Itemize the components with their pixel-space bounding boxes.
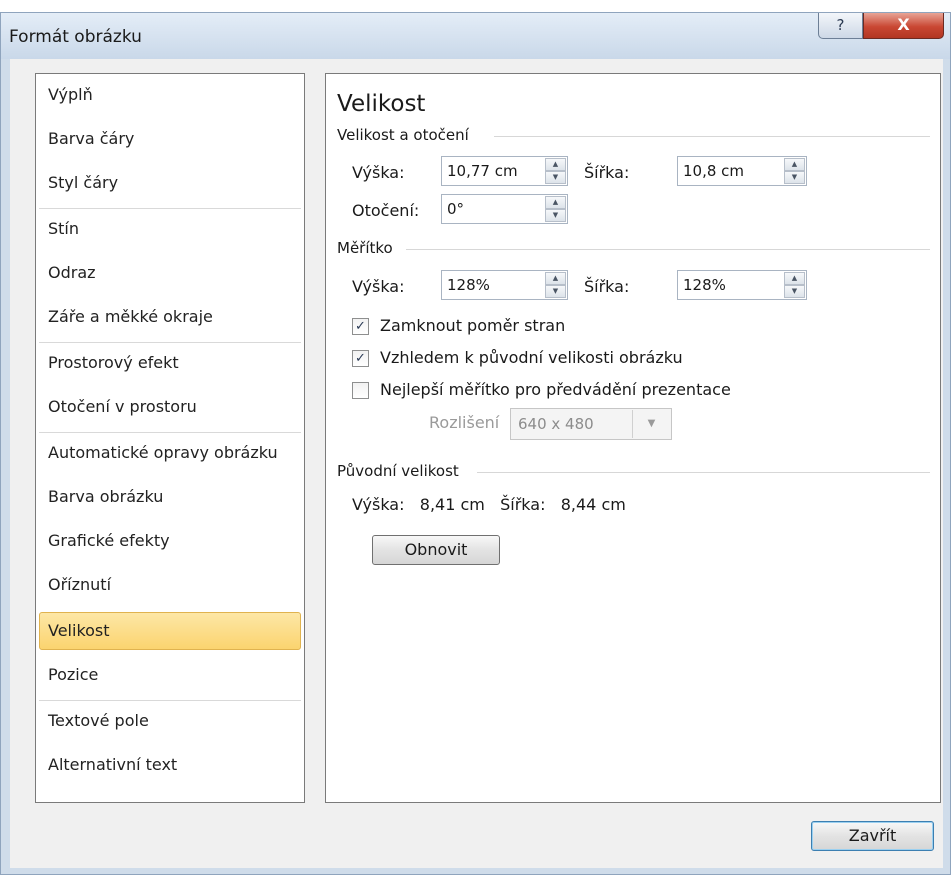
size-panel: Velikost Velikost a otočení Výška: 10,77… [325, 73, 941, 803]
lock-aspect-label: Zamknout poměr stran [380, 316, 566, 335]
sidebar-divider [39, 342, 301, 343]
section-original-heading: Původní velikost [337, 462, 459, 480]
dialog-body: Výplň Barva čáry Styl čáry Stín Odraz Zá… [10, 59, 943, 868]
sidebar-item-reflection[interactable]: Odraz [39, 254, 301, 292]
spin-down-icon[interactable]: ▼ [784, 171, 805, 184]
sidebar-item-shadow[interactable]: Stín [39, 210, 301, 248]
checkmark-icon: ✓ [355, 319, 366, 334]
sidebar-divider [39, 208, 301, 209]
lock-aspect-checkbox[interactable]: ✓ [352, 318, 369, 335]
sidebar-item-line-style[interactable]: Styl čáry [39, 164, 301, 202]
width-value: 10,8 cm [683, 162, 745, 180]
checkmark-icon: ✓ [355, 351, 366, 366]
help-icon: ? [836, 16, 845, 34]
resolution-dropdown[interactable]: 640 x 480 ▼ [510, 408, 672, 440]
spin-up-icon[interactable]: ▲ [784, 272, 805, 285]
scale-width-value: 128% [683, 276, 726, 294]
sidebar-item-text-box[interactable]: Textové pole [39, 702, 301, 740]
height-value: 10,77 cm [447, 162, 518, 180]
category-list: Výplň Barva čáry Styl čáry Stín Odraz Zá… [35, 73, 305, 803]
sidebar-item-size[interactable]: Velikost [39, 612, 301, 650]
sidebar-item-line-color[interactable]: Barva čáry [39, 120, 301, 158]
sidebar-item-artistic-effects[interactable]: Grafické efekty [39, 522, 301, 560]
spin-down-icon[interactable]: ▼ [784, 285, 805, 298]
title-bar: Formát obrázku ? X [1, 13, 950, 59]
width-label: Šířka: [584, 163, 630, 182]
rotation-label: Otočení: [352, 201, 420, 220]
sidebar-item-picture-corrections[interactable]: Automatické opravy obrázku [39, 434, 301, 472]
height-spinbox[interactable]: 10,77 cm ▲ ▼ [441, 156, 568, 186]
spin-down-icon[interactable]: ▼ [545, 285, 566, 298]
spin-down-icon[interactable]: ▼ [545, 171, 566, 184]
scale-height-value: 128% [447, 276, 490, 294]
section-divider [494, 136, 930, 137]
relative-original-label: Vzhledem k původní velikosti obrázku [380, 348, 683, 367]
best-scale-label: Nejlepší měřítko pro předvádění prezenta… [380, 380, 731, 399]
sidebar-item-glow[interactable]: Záře a měkké okraje [39, 298, 301, 336]
sidebar-item-picture-color[interactable]: Barva obrázku [39, 478, 301, 516]
section-scale-heading: Měřítko [337, 239, 393, 257]
resolution-value: 640 x 480 [518, 415, 594, 433]
help-button[interactable]: ? [818, 13, 863, 39]
spin-down-icon[interactable]: ▼ [545, 209, 566, 222]
chevron-down-icon[interactable]: ▼ [632, 410, 670, 438]
scale-width-label: Šířka: [584, 277, 630, 296]
reset-button[interactable]: Obnovit [372, 535, 500, 565]
sidebar-item-fill[interactable]: Výplň [39, 76, 301, 114]
spin-up-icon[interactable]: ▲ [545, 158, 566, 171]
close-icon: X [897, 15, 910, 34]
best-scale-checkbox[interactable] [352, 382, 369, 399]
height-label: Výška: [352, 163, 405, 182]
close-button[interactable]: Zavřít [811, 821, 934, 851]
sidebar-divider [39, 700, 301, 701]
close-window-button[interactable]: X [863, 13, 944, 39]
rotation-spinbox[interactable]: 0° ▲ ▼ [441, 194, 568, 224]
sidebar-item-3d-rotation[interactable]: Otočení v prostoru [39, 388, 301, 426]
scale-height-spinbox[interactable]: 128% ▲ ▼ [441, 270, 568, 300]
section-divider [406, 249, 930, 250]
scale-height-label: Výška: [352, 277, 405, 296]
spin-up-icon[interactable]: ▲ [784, 158, 805, 171]
sidebar-item-crop[interactable]: Oříznutí [39, 566, 301, 604]
panel-title: Velikost [337, 91, 426, 117]
resolution-label: Rozlišení [429, 413, 500, 432]
dialog-window: Formát obrázku ? X Výplň Barva čáry Styl… [0, 12, 951, 875]
original-size-text: Výška: 8,41 cm Šířka: 8,44 cm [352, 495, 626, 514]
sidebar-divider [39, 432, 301, 433]
spin-up-icon[interactable]: ▲ [545, 196, 566, 209]
sidebar-item-3d-format[interactable]: Prostorový efekt [39, 344, 301, 382]
window-title: Formát obrázku [9, 27, 142, 47]
spin-up-icon[interactable]: ▲ [545, 272, 566, 285]
rotation-value: 0° [447, 200, 465, 218]
width-spinbox[interactable]: 10,8 cm ▲ ▼ [677, 156, 807, 186]
sidebar-item-alt-text[interactable]: Alternativní text [39, 746, 301, 784]
relative-original-checkbox[interactable]: ✓ [352, 350, 369, 367]
section-divider [477, 472, 930, 473]
sidebar-item-position[interactable]: Pozice [39, 656, 301, 694]
scale-width-spinbox[interactable]: 128% ▲ ▼ [677, 270, 807, 300]
section-size-rotation-heading: Velikost a otočení [337, 126, 469, 144]
